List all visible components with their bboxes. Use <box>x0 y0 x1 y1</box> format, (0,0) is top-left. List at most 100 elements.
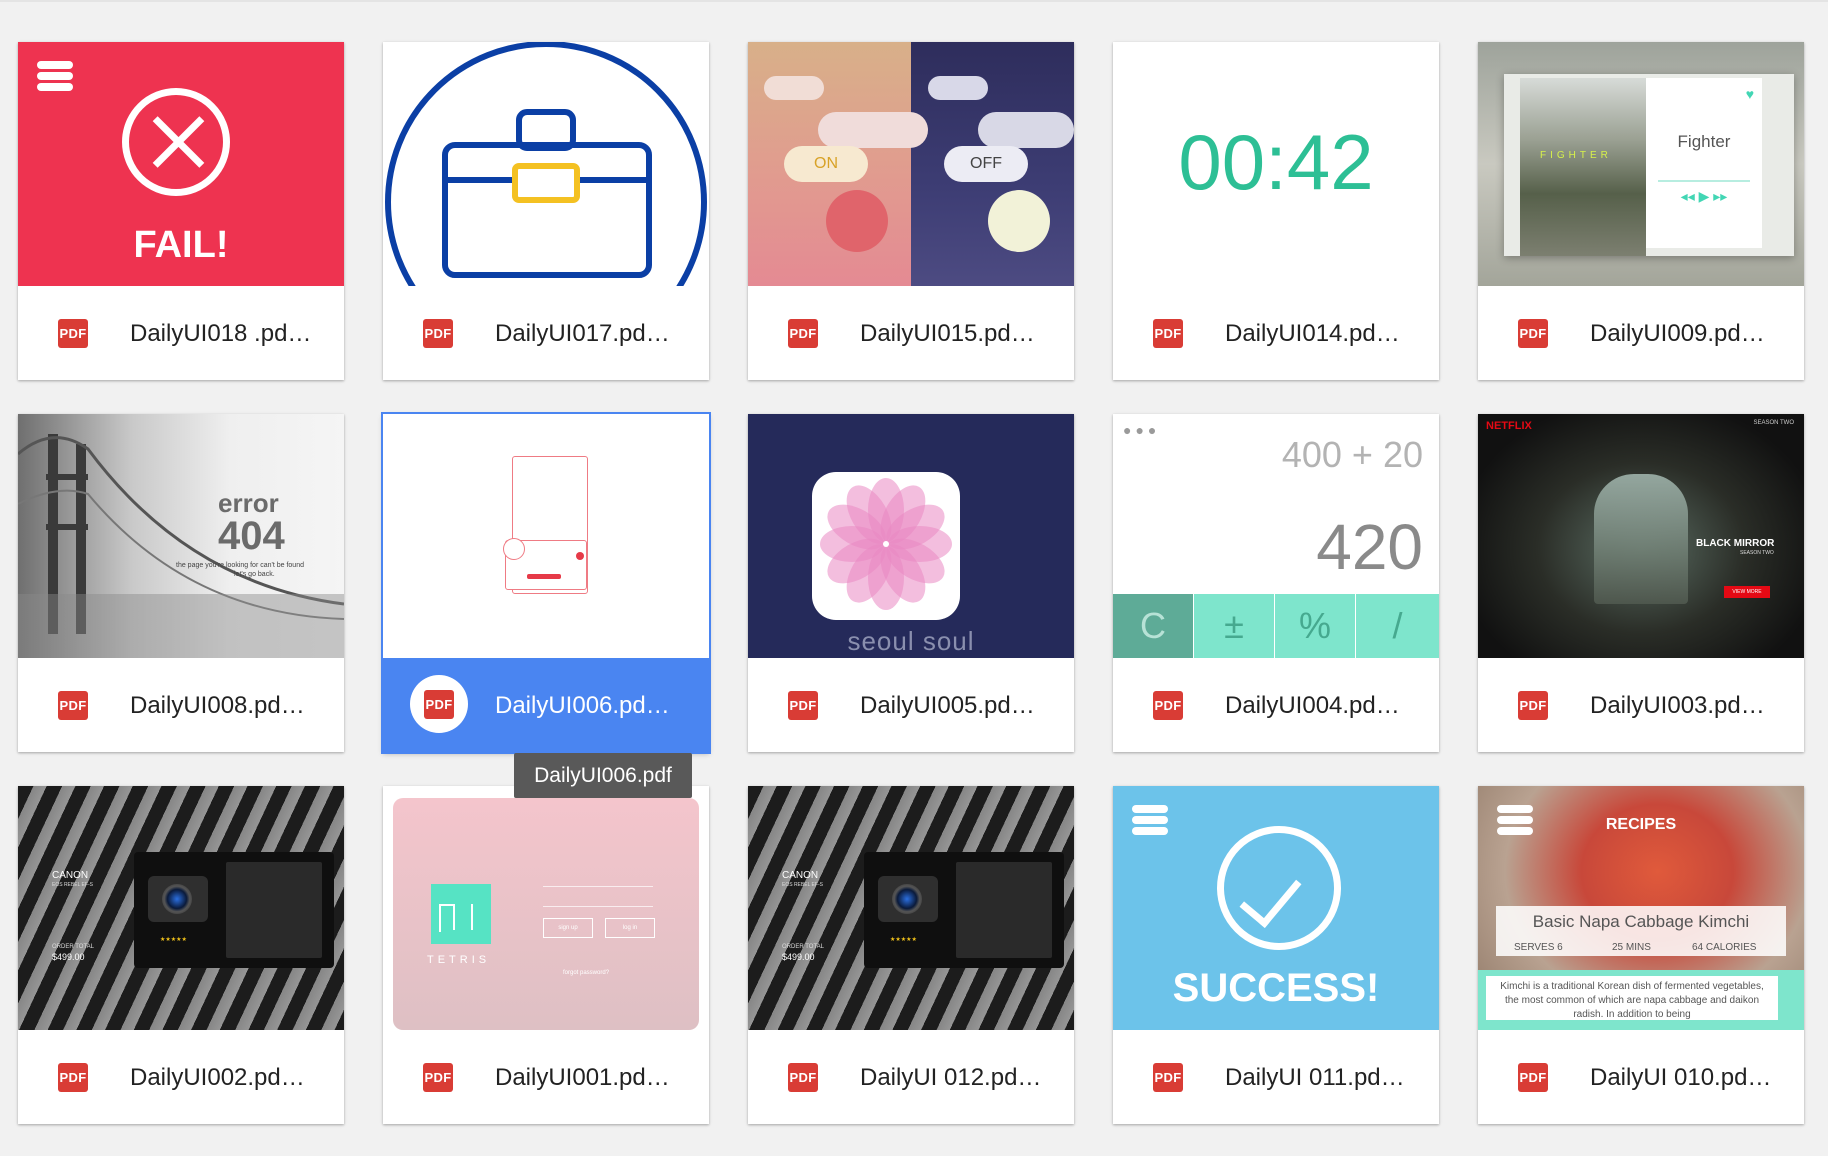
file-name: DailyUI006.pd… <box>495 692 670 719</box>
file-name: DailyUI 012.pd… <box>860 1064 1042 1091</box>
heart-icon: ♥ <box>1745 86 1754 102</box>
pdf-icon: PDF <box>424 690 454 719</box>
bridge-image <box>18 434 344 658</box>
file-footer: PDF DailyUI006.pd… <box>383 658 709 752</box>
file-footer: PDF DailyUI008.pd… <box>18 658 344 752</box>
selected-indicator: PDF <box>410 675 468 733</box>
pdf-icon: PDF <box>1153 319 1183 348</box>
file-footer: PDF DailyUI001.pd… <box>383 1030 709 1124</box>
file-name: DailyUI 011.pd… <box>1225 1064 1405 1091</box>
file-footer: PDF DailyUI002.pd… <box>18 1030 344 1124</box>
file-card-dailyui008[interactable]: error 404 the page you're looking for ca… <box>18 414 344 752</box>
toggle-off: OFF <box>944 146 1028 182</box>
file-card-dailyui015[interactable]: ON OFF PDF DailyUI015.pd… <box>748 42 1074 380</box>
file-card-dailyui012[interactable]: CANON EOS REBEL EF-S ORDER TOTAL $499.00… <box>748 786 1074 1124</box>
show-subtitle: SEASON TWO <box>1740 550 1774 556</box>
pdf-icon: PDF <box>788 691 818 720</box>
file-card-dailyui006[interactable]: PDF DailyUI006.pd… <box>383 414 709 752</box>
song-title: Fighter <box>1677 132 1731 151</box>
app-icon <box>812 472 960 620</box>
camera-image <box>148 876 208 922</box>
file-card-dailyui017[interactable]: PDF DailyUI017.pd… <box>383 42 709 380</box>
key-divide: / <box>1356 594 1439 658</box>
key-percent: % <box>1275 594 1355 658</box>
pdf-icon: PDF <box>423 319 453 348</box>
pdf-icon: PDF <box>1153 691 1183 720</box>
file-name: DailyUI003.pd… <box>1590 692 1765 719</box>
thumbnail: error 404 the page you're looking for ca… <box>18 414 344 658</box>
pdf-icon: PDF <box>423 1063 453 1092</box>
thumbnail <box>383 414 709 658</box>
briefcase-icon <box>385 42 707 286</box>
rating-stars: ★★★★★ <box>160 937 187 943</box>
close-circle-icon <box>122 88 230 196</box>
file-card-dailyui009[interactable]: FIGHTER ♥ Fighter ◂◂ ▶ ▸▸ PDF DailyUI009… <box>1478 42 1804 380</box>
file-name: DailyUI008.pd… <box>130 692 305 719</box>
product-model: EOS REBEL EF-S <box>782 882 823 888</box>
recipe-title: Basic Napa Cabbage Kimchi <box>1532 912 1750 931</box>
file-card-dailyui010[interactable]: RECIPES Basic Napa Cabbage Kimchi SERVES… <box>1478 786 1804 1124</box>
window-dots: ●●● <box>1123 422 1161 438</box>
order-total-label: ORDER TOTAL <box>782 944 825 950</box>
recipes-header: RECIPES <box>1605 816 1677 833</box>
top-divider <box>0 0 1828 2</box>
file-card-dailyui018[interactable]: FAIL! PDF DailyUI018 .pd… <box>18 42 344 380</box>
calc-result: 420 <box>1316 511 1423 583</box>
rating-stars: ★★★★★ <box>890 937 917 943</box>
error-code: 404 <box>218 514 285 558</box>
recipe-serves: SERVES 6 <box>1514 942 1563 953</box>
thumbnail: CANON EOS REBEL EF-S ORDER TOTAL $499.00… <box>748 786 1074 1030</box>
product-panel: ★★★★★ <box>864 852 1064 968</box>
recipe-calories: 64 CALORIES <box>1692 942 1757 953</box>
file-card-dailyui014[interactable]: 00:42 PDF DailyUI014.pd… <box>1113 42 1439 380</box>
file-footer: PDF DailyUI 011.pd… <box>1113 1030 1439 1124</box>
file-card-dailyui002[interactable]: CANON EOS REBEL EF-S ORDER TOTAL $499.00… <box>18 786 344 1124</box>
thumbnail: ON OFF <box>748 42 1074 286</box>
checkout-form <box>226 862 322 958</box>
tetris-logo-icon <box>431 884 491 944</box>
camera-image <box>878 876 938 922</box>
file-card-dailyui011[interactable]: SUCCESS! PDF DailyUI 011.pd… <box>1113 786 1439 1124</box>
specs-panel <box>956 862 1052 958</box>
signup-button: sign up <box>543 918 593 938</box>
file-card-dailyui005[interactable]: seoul soul PDF DailyUI005.pd… <box>748 414 1074 752</box>
thumbnail: CANON EOS REBEL EF-S ORDER TOTAL $499.00… <box>18 786 344 1030</box>
error-message: the page you're looking for can't be fou… <box>176 562 304 569</box>
menu-icon <box>1132 805 1168 835</box>
file-footer: PDF DailyUI009.pd… <box>1478 286 1804 380</box>
file-card-dailyui003[interactable]: NETFLIX SEASON TWO BLACK MIRROR SEASON T… <box>1478 414 1804 752</box>
file-name: DailyUI018 .pd… <box>130 320 312 347</box>
file-card-dailyui001[interactable]: TETRIS sign up log in forgot password? P… <box>383 786 709 1124</box>
error-back-link: let's go back. <box>234 571 275 578</box>
timer-text: 00:42 <box>1178 118 1374 206</box>
file-card-dailyui004[interactable]: ●●● 400 + 20 420 C ± % / PDF DailyUI004.… <box>1113 414 1439 752</box>
order-total-label: ORDER TOTAL <box>52 944 95 950</box>
poster-image: FIGHTER <box>1520 78 1646 256</box>
pdf-icon: PDF <box>1518 691 1548 720</box>
thumbnail: FAIL! <box>18 42 344 286</box>
file-name: DailyUI015.pd… <box>860 320 1035 347</box>
order-total: $499.00 <box>782 952 815 962</box>
pdf-icon: PDF <box>58 319 88 348</box>
file-name: DailyUI002.pd… <box>130 1064 305 1091</box>
thumbnail: 00:42 <box>1113 42 1439 286</box>
file-name: DailyUI001.pd… <box>495 1064 670 1091</box>
file-name: DailyUI005.pd… <box>860 692 1035 719</box>
view-more-button: VIEW MORE <box>1724 586 1770 598</box>
fail-text: FAIL! <box>133 224 229 266</box>
file-footer: PDF DailyUI015.pd… <box>748 286 1074 380</box>
file-name: DailyUI009.pd… <box>1590 320 1765 347</box>
order-total: $499.00 <box>52 952 85 962</box>
file-name: DailyUI017.pd… <box>495 320 670 347</box>
file-footer: PDF DailyUI 012.pd… <box>748 1030 1074 1124</box>
file-name: DailyUI014.pd… <box>1225 320 1400 347</box>
season-label: SEASON TWO <box>1753 420 1794 426</box>
menu-icon <box>37 61 73 91</box>
login-button: log in <box>605 918 655 938</box>
show-still <box>1594 474 1688 604</box>
app-name: seoul soul <box>847 626 975 656</box>
pdf-icon: PDF <box>1518 1063 1548 1092</box>
file-footer: PDF DailyUI017.pd… <box>383 286 709 380</box>
key-clear: C <box>1113 594 1193 658</box>
file-footer: PDF DailyUI 010.pd… <box>1478 1030 1804 1124</box>
